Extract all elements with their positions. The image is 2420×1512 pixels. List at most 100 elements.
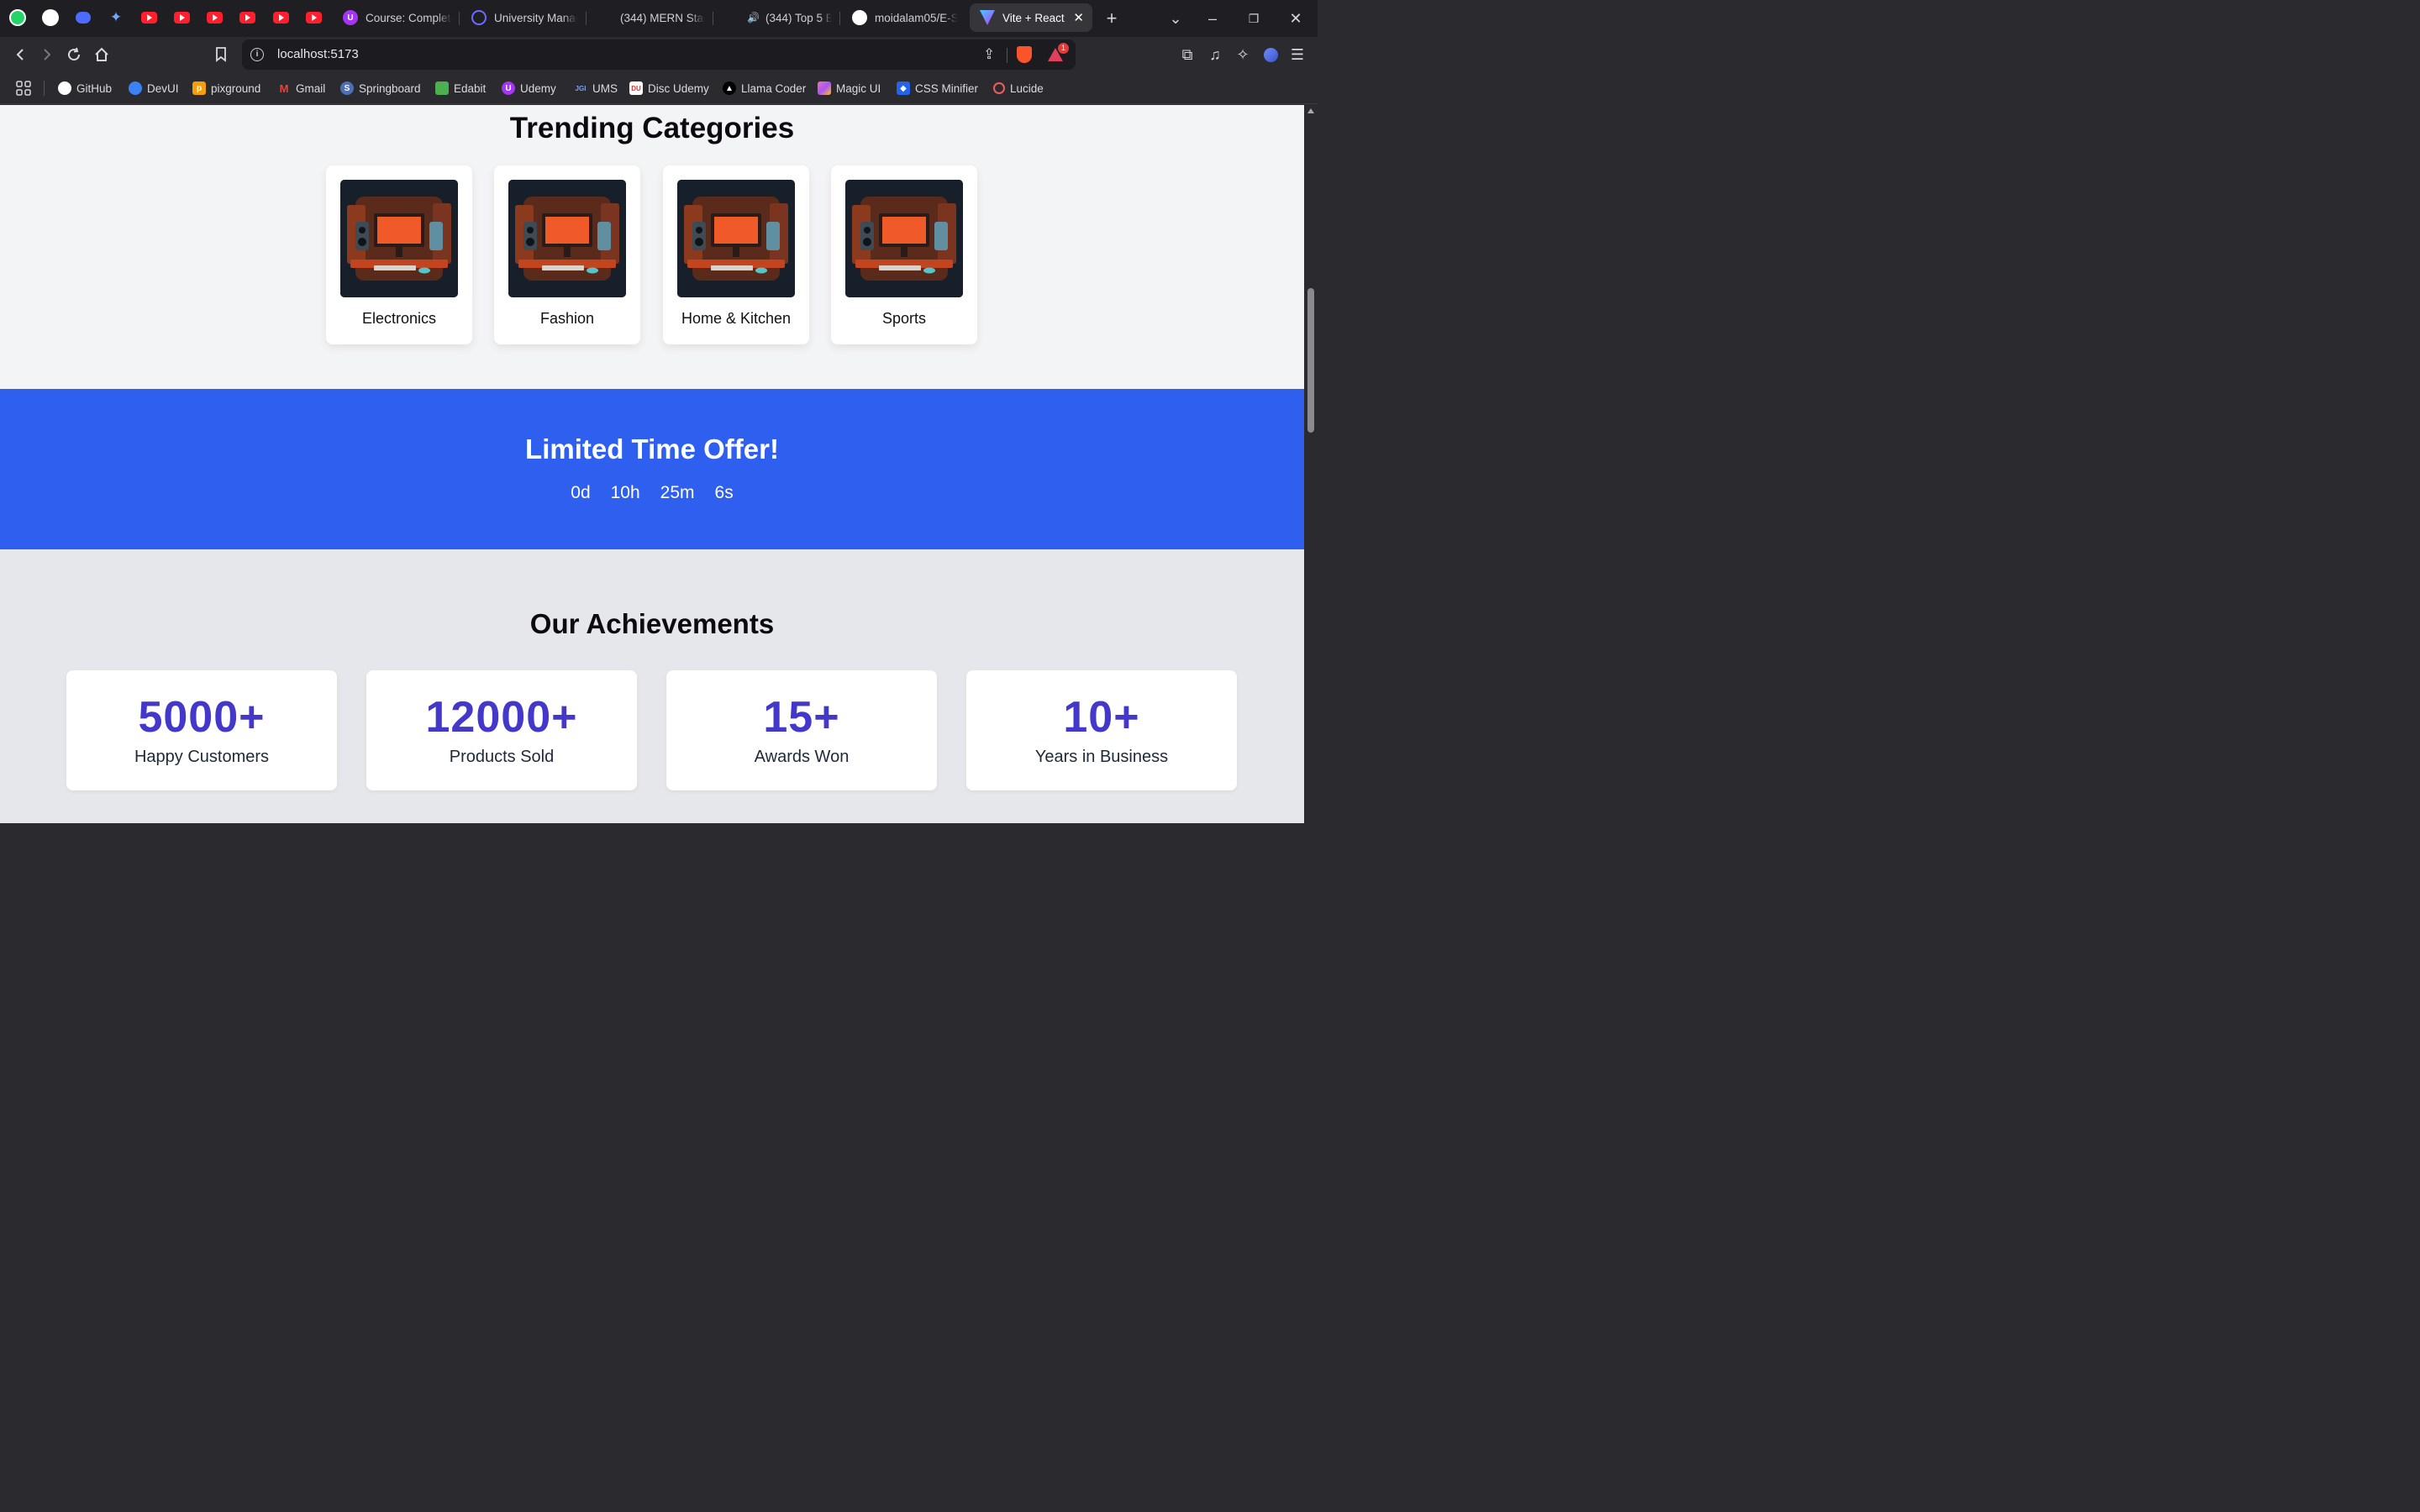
bookmark-edabit[interactable]: Edabit bbox=[435, 79, 486, 97]
site-info-icon[interactable]: i bbox=[250, 48, 264, 61]
apps-button[interactable] bbox=[15, 79, 32, 97]
restore-button[interactable]: ❐ bbox=[1242, 7, 1265, 30]
bookmark-devui[interactable]: DevUI bbox=[129, 79, 179, 97]
tab-divider bbox=[586, 12, 587, 25]
close-tab-icon[interactable]: ✕ bbox=[1073, 10, 1084, 25]
deepseek-pinned-tab[interactable] bbox=[71, 5, 96, 30]
youtube-icon bbox=[140, 12, 157, 24]
udemy-icon: U bbox=[502, 81, 515, 95]
close-window-button[interactable]: ✕ bbox=[1284, 7, 1307, 30]
youtube-icon bbox=[239, 12, 255, 24]
scroll-up-arrow-icon[interactable] bbox=[1307, 108, 1314, 113]
tab-university[interactable]: University Manag bbox=[471, 3, 577, 32]
bookmark-divider bbox=[44, 81, 45, 96]
bookmark-springboard[interactable]: S Springboard bbox=[340, 79, 421, 97]
disc-udemy-icon: DU bbox=[629, 81, 643, 95]
extensions-button[interactable]: ⧉ bbox=[1175, 42, 1200, 67]
bookmark-gmail[interactable]: M Gmail bbox=[277, 79, 326, 97]
stat-label: Products Sold bbox=[449, 748, 555, 766]
minimize-button[interactable]: – bbox=[1201, 7, 1224, 30]
category-card-electronics[interactable]: Electronics bbox=[326, 165, 472, 344]
bookmark-label: Udemy bbox=[520, 81, 556, 95]
home-icon bbox=[95, 47, 108, 61]
github-icon bbox=[58, 81, 71, 95]
brave-shield-icon[interactable] bbox=[1017, 46, 1032, 63]
tab-mern[interactable]: (344) MERN Stack bbox=[597, 3, 705, 32]
youtube-pinned-tab-2[interactable] bbox=[169, 5, 194, 30]
bookmark-label: Springboard bbox=[359, 81, 421, 95]
stat-value: 5000+ bbox=[138, 693, 266, 742]
bookmark-udemy[interactable]: U Udemy bbox=[502, 79, 556, 97]
bookmark-css-minifier[interactable]: ◆ CSS Minifier bbox=[897, 79, 978, 97]
reload-button[interactable] bbox=[61, 42, 87, 67]
countdown-minutes: 25m bbox=[660, 483, 695, 502]
gemini-pinned-tab[interactable]: ✦ bbox=[103, 5, 129, 30]
home-button[interactable] bbox=[89, 42, 114, 67]
trending-title: Trending Categories bbox=[509, 112, 795, 144]
bookmark-pixground[interactable]: p pixground bbox=[192, 79, 260, 97]
vite-icon bbox=[980, 10, 995, 25]
bookmark-label: Llama Coder bbox=[741, 81, 807, 95]
youtube-pinned-tab-6[interactable] bbox=[301, 5, 326, 30]
hamburger-icon: ☰ bbox=[1290, 45, 1305, 63]
category-card-fashion[interactable]: Fashion bbox=[494, 165, 640, 344]
reload-icon bbox=[68, 47, 81, 61]
tab-course[interactable]: U Course: Complete bbox=[343, 3, 452, 32]
bookmark-github[interactable]: GitHub bbox=[58, 79, 112, 97]
tab-title: (344) MERN Stack bbox=[620, 11, 705, 24]
bookmark-disc-udemy[interactable]: DU Disc Udemy bbox=[629, 79, 709, 97]
new-tab-button[interactable]: + bbox=[1100, 7, 1123, 30]
wallet-button[interactable] bbox=[1258, 42, 1283, 67]
whatsapp-pinned-tab[interactable] bbox=[5, 5, 30, 30]
bookmark-llama-coder[interactable]: ▲ Llama Coder bbox=[723, 79, 806, 97]
category-image bbox=[677, 180, 795, 297]
youtube-pinned-tab-3[interactable] bbox=[202, 5, 227, 30]
sparkle-icon: ✧ bbox=[1236, 45, 1249, 63]
back-button[interactable] bbox=[8, 42, 33, 67]
pixground-icon: p bbox=[192, 81, 206, 95]
menu-button[interactable]: ☰ bbox=[1285, 42, 1310, 67]
media-button[interactable]: ♫ bbox=[1202, 42, 1228, 67]
music-note-icon: ♫ bbox=[1209, 45, 1221, 63]
stat-value: 15+ bbox=[763, 693, 840, 742]
category-card-home-kitchen[interactable]: Home & Kitchen bbox=[663, 165, 809, 344]
university-icon bbox=[471, 10, 487, 25]
wallet-icon bbox=[1263, 47, 1278, 62]
page-scrollbar[interactable] bbox=[1304, 105, 1318, 823]
tab-vite-react[interactable]: Vite + React ✕ bbox=[970, 3, 1092, 32]
limited-offer-banner: Limited Time Offer! 0d 10h 25m 6s bbox=[0, 389, 1304, 549]
category-image bbox=[845, 180, 963, 297]
tab-search-chevron-icon[interactable]: ⌄ bbox=[1164, 7, 1187, 30]
url-text[interactable]: localhost:5173 bbox=[277, 47, 359, 61]
share-icon[interactable]: ⇪ bbox=[983, 46, 995, 63]
stat-value: 10+ bbox=[1063, 693, 1140, 742]
leo-ai-button[interactable]: ✧ bbox=[1230, 42, 1255, 67]
tab-title: Vite + React bbox=[1002, 11, 1065, 24]
css-minifier-icon: ◆ bbox=[897, 81, 910, 95]
forward-button[interactable] bbox=[34, 42, 60, 67]
bookmark-label: UMS bbox=[592, 81, 618, 95]
apps-grid-icon bbox=[16, 81, 31, 96]
category-name: Electronics bbox=[361, 310, 437, 327]
bookmark-lucide[interactable]: Lucide bbox=[993, 79, 1044, 97]
devui-icon bbox=[129, 81, 142, 95]
youtube-pinned-tab-4[interactable] bbox=[234, 5, 260, 30]
bookmark-page-button[interactable] bbox=[208, 42, 234, 67]
tab-github[interactable]: moidalam05/E-S bbox=[852, 3, 958, 32]
gemini-sparkle-icon: ✦ bbox=[109, 9, 123, 25]
bookmark-magic-ui[interactable]: Magic UI bbox=[818, 79, 881, 97]
scrollbar-thumb[interactable] bbox=[1307, 288, 1314, 433]
lucide-icon bbox=[993, 82, 1005, 94]
chatgpt-pinned-tab[interactable] bbox=[38, 5, 63, 30]
youtube-icon bbox=[597, 10, 613, 25]
page-viewport: Trending Categories Electronics Fashion … bbox=[0, 105, 1304, 823]
youtube-pinned-tab-5[interactable] bbox=[268, 5, 293, 30]
address-bar[interactable]: i localhost:5173 ⇪ 1 bbox=[242, 39, 1076, 70]
gaming-setup-illustration bbox=[340, 180, 458, 297]
offer-title: Limited Time Offer! bbox=[525, 433, 779, 465]
speaker-icon[interactable]: 🔊 bbox=[747, 12, 760, 24]
bookmark-ums[interactable]: JGI UMS bbox=[574, 79, 618, 97]
category-card-sports[interactable]: Sports bbox=[831, 165, 977, 344]
youtube-pinned-tab-1[interactable] bbox=[136, 5, 161, 30]
tab-top5[interactable]: 🔊 (344) Top 5 B bbox=[724, 3, 832, 32]
